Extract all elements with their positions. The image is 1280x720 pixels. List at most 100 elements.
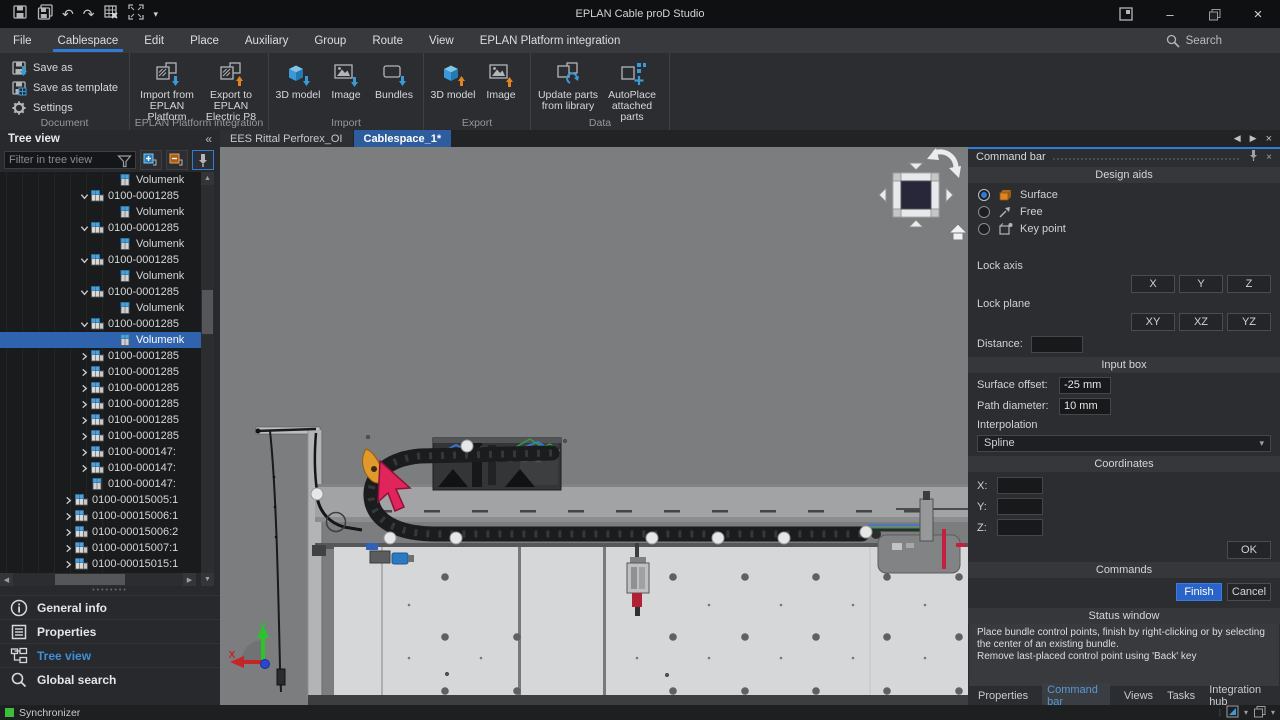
radio-icon[interactable] [978,189,990,201]
tree-item[interactable]: 0100-00015006:1 [0,508,214,524]
interpolation-select[interactable]: Spline ▾ [977,435,1271,452]
save-as-button[interactable]: Save as [5,58,124,77]
tree-item[interactable]: 0100-000147: [0,460,214,476]
ok-button[interactable]: OK [1227,541,1271,559]
pin-icon[interactable] [1247,149,1260,165]
save-button[interactable] [12,4,28,25]
redo-icon[interactable]: ↷ [83,6,95,23]
chevron-right-icon[interactable] [64,528,73,537]
chevron-down-icon[interactable] [80,288,89,297]
menu-tab-route[interactable]: Route [359,28,416,53]
dock-window-button[interactable] [1104,0,1148,28]
radio-icon[interactable] [978,206,990,218]
panel-tab-tasks[interactable]: Tasks [1167,690,1195,702]
chevron-right-icon[interactable] [80,448,89,457]
chevron-down-icon[interactable] [80,224,89,233]
search-box[interactable]: Search [1165,28,1222,53]
tree-item[interactable]: 0100-000147: [0,444,214,460]
chevron-right-icon[interactable] [80,384,89,393]
expand-all-button[interactable] [140,150,162,170]
3d-model-button[interactable]: 3D model [274,56,322,101]
tree-item[interactable]: 0100-00015006:2 [0,524,214,540]
surface-offset-input[interactable] [1059,377,1111,394]
tab-scroll-right-icon[interactable]: ▶ [1250,133,1257,144]
tree-item[interactable]: 0100-00015015:1 [0,556,214,572]
import-from-eplan-platform-button[interactable]: Import from EPLAN Platform [135,56,199,123]
save-as-template-button[interactable]: Save as template [5,78,124,97]
tree-item[interactable]: Volumenk [0,300,214,316]
control-point[interactable] [646,532,658,544]
radio-icon[interactable] [978,223,990,235]
minimize-button[interactable]: – [1148,0,1192,28]
lock-plane-xz-button[interactable]: XZ [1179,313,1223,331]
lock-plane-yz-button[interactable]: YZ [1227,313,1271,331]
chevron-right-icon[interactable] [80,368,89,377]
lock-axis-z-button[interactable]: Z [1227,275,1271,293]
control-point[interactable] [712,532,724,544]
bundles-button[interactable]: Bundles [370,56,418,101]
chevron-right-icon[interactable] [80,432,89,441]
image-button[interactable]: Image [477,56,525,101]
chevron-right-icon[interactable] [64,512,73,521]
tree-item[interactable]: Volumenk [0,172,214,188]
sidebar-item-properties[interactable]: Properties [0,619,220,643]
chevron-down-icon[interactable] [80,256,89,265]
caret-down-icon[interactable]: ▾ [153,9,158,20]
menu-tab-file[interactable]: File [0,28,45,53]
distance-input[interactable] [1031,336,1083,353]
tree-item[interactable]: 0100-0001285 [0,396,214,412]
pin-panel-button[interactable] [192,150,214,170]
tree-item[interactable]: Volumenk [0,204,214,220]
design-aid-option-key-point[interactable]: Key point [968,220,1280,237]
scroll-left-arrow-icon[interactable]: ◀ [0,573,13,586]
tree-item[interactable]: Volumenk [0,332,214,348]
viewport[interactable]: Y X [220,147,968,705]
tree-horizontal-scrollbar[interactable]: ◀ ▶ [0,573,196,586]
coord-x-input[interactable] [997,477,1043,494]
chevron-right-icon[interactable] [80,416,89,425]
menu-tab-auxiliary[interactable]: Auxiliary [232,28,301,53]
panel-tab-integration-hub[interactable]: Integration hub [1209,684,1270,708]
scroll-down-arrow-icon[interactable]: ▼ [201,573,214,586]
export-to-eplan-electric-p8-button[interactable]: Export to EPLAN Electric P8 [199,56,263,123]
tree-item[interactable]: 0100-0001285 [0,316,214,332]
document-tab[interactable]: Cablespace_1* [354,130,452,147]
close-icon[interactable]: × [1266,152,1272,163]
lock-axis-y-button[interactable]: Y [1179,275,1223,293]
coord-y-input[interactable] [997,498,1043,515]
chevron-right-icon[interactable] [80,352,89,361]
path-diameter-input[interactable] [1059,398,1111,415]
tree-filter-input[interactable]: Filter in tree view [4,151,136,169]
3d-model-button[interactable]: 3D model [429,56,477,101]
tab-scroll-left-icon[interactable]: ◀ [1234,133,1241,144]
scroll-right-arrow-icon[interactable]: ▶ [183,573,196,586]
chevron-right-icon[interactable] [64,544,73,553]
menu-tab-place[interactable]: Place [177,28,232,53]
sidebar-item-tree-view[interactable]: Tree view [0,643,220,667]
tree-item[interactable]: 0100-0001285 [0,364,214,380]
tree-item[interactable]: Volumenk [0,236,214,252]
menu-tab-group[interactable]: Group [301,28,359,53]
tree-item[interactable]: 0100-00015005:1 [0,492,214,508]
save-all-button[interactable] [37,4,53,25]
collapse-all-button[interactable] [166,150,188,170]
tree-vertical-scrollbar[interactable]: ▲ ▼ [201,172,214,586]
design-aid-option-surface[interactable]: Surface [968,186,1280,203]
finish-button[interactable]: Finish [1176,583,1222,601]
cancel-button[interactable]: Cancel [1227,583,1271,601]
chevron-right-icon[interactable] [64,496,73,505]
control-point[interactable] [450,532,462,544]
chevron-right-icon[interactable] [80,464,89,473]
tree-item[interactable]: 0100-0001285 [0,348,214,364]
tree-item[interactable]: 0100-0001285 [0,220,214,236]
coord-z-input[interactable] [997,519,1043,536]
caret-down-icon[interactable]: ▾ [1244,708,1248,717]
tree-item[interactable]: 0100-0001285 [0,428,214,444]
tree-item[interactable]: 0100-0001285 [0,380,214,396]
tree-item[interactable]: 0100-00015007:1 [0,540,214,556]
control-point[interactable] [778,532,790,544]
sidebar-item-global-search[interactable]: Global search [0,667,220,691]
hscroll-thumb[interactable] [55,574,125,585]
chevron-down-icon[interactable] [80,320,89,329]
tab-close-icon[interactable]: × [1266,133,1272,145]
